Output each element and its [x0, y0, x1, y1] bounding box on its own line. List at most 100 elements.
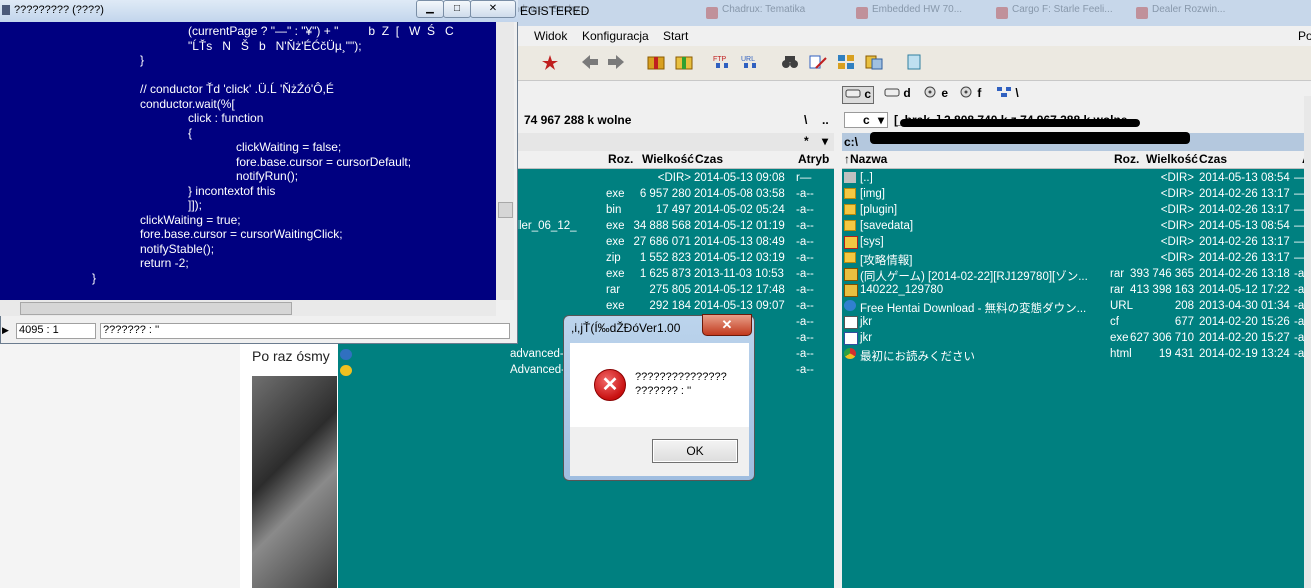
browser-tab[interactable]: Embedded HW 70...: [854, 4, 1002, 24]
browser-tab[interactable]: Chadrux: Tematika: [704, 4, 862, 24]
menu-start[interactable]: Start: [663, 29, 688, 43]
file-attr: -a--: [796, 316, 814, 328]
ok-button[interactable]: OK: [652, 439, 738, 463]
vertical-scrollbar[interactable]: [496, 22, 514, 300]
menu-konfiguracja[interactable]: Konfiguracja: [582, 29, 649, 43]
drive-c-button[interactable]: c: [842, 86, 875, 104]
menu-widok[interactable]: Widok: [534, 29, 567, 43]
file-ext: exe: [606, 188, 625, 200]
compare-icon[interactable]: [864, 53, 884, 71]
file-size: 6 957 280: [639, 188, 691, 200]
file-row[interactable]: jkr cf 677 2014-02-20 15:26 -a: [842, 315, 1304, 331]
col-size[interactable]: Wielkość: [642, 152, 694, 166]
chevron-down-icon: ▾: [877, 113, 884, 127]
file-name: [..]: [860, 172, 873, 184]
file-row[interactable]: [攻略情報] <DIR> 2014-02-26 13:17 —: [842, 251, 1304, 267]
unpack-icon[interactable]: [674, 53, 694, 71]
file-row[interactable]: 最初にお読みください html 19 431 2014-02-19 13:24 -a: [842, 347, 1304, 363]
back-arrow-icon[interactable]: [580, 53, 600, 71]
right-column-header: ↑Nazwa Roz. Wielkość Czas A: [842, 151, 1311, 169]
file-attr: -a--: [796, 204, 814, 216]
status-message: ??????? : '': [100, 323, 510, 339]
panel-divider[interactable]: [834, 169, 842, 588]
left-history-button[interactable]: ▾: [822, 134, 828, 148]
file-ext: rar: [1110, 284, 1125, 296]
col-date[interactable]: Czas: [695, 152, 723, 166]
binoculars-icon[interactable]: [780, 53, 800, 71]
archive-icon: [844, 284, 858, 297]
file-ext: rar: [1110, 268, 1125, 280]
folder-icon: [844, 252, 856, 263]
right-file-panel[interactable]: [..] <DIR> 2014-05-13 08:54 — [img] <DIR> 2014…: [842, 169, 1304, 588]
hscroll-thumb[interactable]: [20, 302, 292, 315]
file-row[interactable]: Free Hentai Download - 無料の変態ダウン... URL 208…: [842, 299, 1304, 315]
file-row[interactable]: [..] <DIR> 2014-05-13 08:54 —: [842, 171, 1304, 187]
file-size: 19 431: [1158, 348, 1194, 360]
drive-icon: [845, 89, 861, 98]
file-ext: cf: [1110, 316, 1119, 328]
code-line: }: [92, 270, 97, 285]
url-icon[interactable]: URL: [740, 53, 760, 71]
sync-dirs-icon[interactable]: [836, 53, 856, 71]
col-ext[interactable]: Roz.: [1114, 152, 1139, 166]
file-ext: exe: [606, 268, 625, 280]
rename-icon[interactable]: [808, 53, 828, 71]
pack-icon[interactable]: [646, 53, 666, 71]
col-date[interactable]: Czas: [1199, 152, 1227, 166]
file-row[interactable]: [savedata] <DIR> 2014-05-13 08:54 —: [842, 219, 1304, 235]
file-row[interactable]: (同人ゲーム) [2014-02-22][RJ129780][ゾン... rar 3…: [842, 267, 1304, 283]
close-button[interactable]: ✕: [470, 0, 516, 18]
col-name[interactable]: ↑Nazwa: [844, 152, 887, 166]
file-row[interactable]: jkr exe 627 306 710 2014-02-20 15:27 -a: [842, 331, 1304, 347]
menu-more[interactable]: Po: [1298, 29, 1311, 43]
browser-tab[interactable]: Cargo F: Starle Feeli...: [994, 4, 1142, 24]
drive-d-button[interactable]: d: [882, 86, 913, 102]
col-attr[interactable]: Atryb: [798, 152, 829, 166]
code-line: click : function: [188, 111, 264, 125]
dialog-close-button[interactable]: ✕: [702, 314, 752, 336]
left-filter-button[interactable]: *: [804, 134, 809, 148]
file-date: 2014-02-19 13:24: [1199, 348, 1290, 360]
scroll-thumb[interactable]: [498, 202, 513, 218]
file-row[interactable]: [sys] <DIR> 2014-02-26 13:17 —: [842, 235, 1304, 251]
right-drive-select[interactable]: c ▾: [844, 112, 888, 128]
code-area[interactable]: (currentPage ? "—" : "¥") + " b Z [ W Ś …: [0, 22, 496, 300]
browser-tab-label: Dealer Rozwin...: [1152, 4, 1226, 15]
file-attr: r—: [796, 172, 812, 184]
file-ext: exe: [606, 220, 625, 232]
drive-label: e: [941, 86, 949, 100]
drive-f-button[interactable]: f: [956, 86, 983, 102]
file-icon: [844, 316, 858, 329]
forward-arrow-icon[interactable]: [606, 53, 626, 71]
notepad-icon[interactable]: [904, 53, 924, 71]
file-ext: URL: [1110, 300, 1134, 312]
file-date: 2014-05-13 09:08: [694, 172, 785, 184]
browser-tab[interactable]: Dealer Rozwin...: [1134, 4, 1311, 24]
network-drive-button[interactable]: \: [994, 86, 1021, 102]
left-path-bar[interactable]: * ▾: [516, 133, 834, 151]
browser-tab[interactable]: Windows - Suchy...: [484, 4, 712, 24]
drive-e-button[interactable]: e: [920, 86, 950, 102]
star-icon[interactable]: [540, 53, 560, 71]
horizontal-scrollbar[interactable]: [0, 300, 496, 316]
folder-icon: [844, 220, 856, 231]
file-date: 2014-02-26 13:17: [1199, 252, 1290, 264]
col-ext[interactable]: Roz.: [608, 152, 633, 166]
right-scrollbar[interactable]: [1304, 96, 1311, 588]
file-date: 2014-02-26 13:18: [1199, 268, 1290, 280]
browser-tab-label: Chadrux: Tematika: [722, 4, 806, 15]
file-row[interactable]: 140222_129780 rar 413 398 163 2014-05-12 17…: [842, 283, 1304, 299]
col-size[interactable]: Wielkość: [1146, 152, 1198, 166]
code-line: // conductor Ťd 'click' .Ü.Ĺ 'ŇżŹó'Ô,É: [140, 82, 334, 96]
file-attr: -a: [1294, 300, 1304, 312]
file-row[interactable]: [img] <DIR> 2014-02-26 13:17 —: [842, 187, 1304, 203]
left-root-button[interactable]: \: [804, 113, 807, 127]
file-ext: html: [1110, 348, 1132, 360]
file-row[interactable]: [plugin] <DIR> 2014-02-26 13:17 —: [842, 203, 1304, 219]
code-line: return -2;: [140, 256, 189, 270]
code-line: fore.base.cursor = cursorDefault;: [236, 154, 412, 169]
maximize-button[interactable]: □: [443, 0, 471, 18]
minimize-button[interactable]: ▁: [416, 0, 444, 18]
left-up-button[interactable]: ..: [822, 113, 829, 127]
ftp-icon[interactable]: FTP: [712, 53, 732, 71]
